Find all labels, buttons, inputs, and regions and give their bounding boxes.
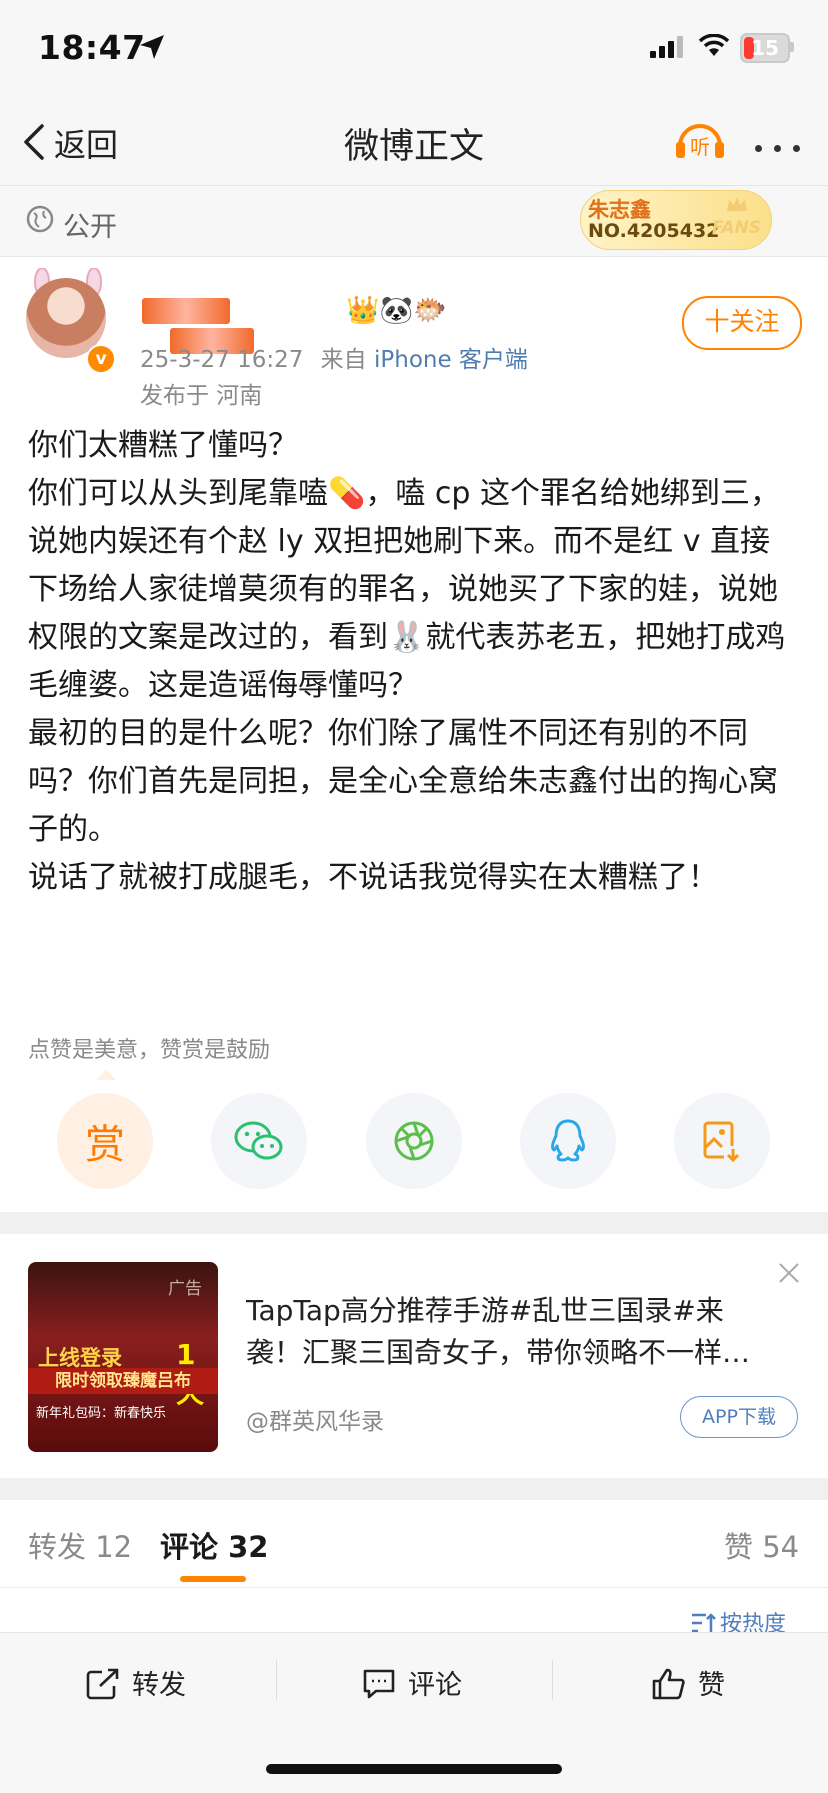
section-separator [0, 1212, 828, 1234]
post-location: 发布于 河南 [140, 383, 263, 409]
share-wechat-button[interactable] [211, 1093, 307, 1189]
wifi-icon [698, 34, 730, 56]
username-redacted[interactable] [142, 298, 342, 354]
repost-button[interactable]: 转发 [86, 1663, 186, 1702]
visibility-label: 公开 [63, 212, 117, 243]
post-paragraph: 你们太糟糕了懂吗？ [28, 428, 298, 463]
sort-icon [692, 1613, 716, 1633]
section-separator [0, 1478, 828, 1500]
battery-icon: 15 [740, 33, 790, 63]
tip-arrow [96, 1070, 116, 1080]
repost-icon [86, 1668, 119, 1700]
tab-comment[interactable]: 评论 32 [160, 1524, 268, 1566]
reward-button[interactable]: 赏 [57, 1093, 153, 1189]
follow-button[interactable]: 十关注 [682, 296, 802, 350]
home-indicator [266, 1764, 562, 1774]
crown-icon [727, 197, 747, 211]
post-paragraph: 说话了就被打成腿毛，不说话我觉得实在太糟糕了！ [28, 860, 718, 895]
ad-text[interactable]: TapTap高分推荐手游#乱世三国录#来 袭！汇聚三国奇女子，带你领略不一样… [246, 1290, 786, 1374]
ad-image-subtitle: 新年礼包码：新春快乐 [36, 1406, 167, 1421]
share-moments-button[interactable] [366, 1093, 462, 1189]
bottom-divider [552, 1660, 553, 1700]
user-badges: 👑🐼🐡 [346, 295, 447, 326]
post-paragraph: 最初的目的是什么呢？你们除了属性不同还有别的不同吗？你们首先是同担，是全心全意给… [28, 716, 778, 847]
post-from: 来自 [320, 347, 367, 373]
ad-image-strip: 限时领取臻魔吕布 [28, 1368, 218, 1394]
bottom-divider [276, 1660, 277, 1700]
repost-label: 转发 [132, 1670, 186, 1701]
fans-badge-word: FANS [712, 218, 762, 238]
battery-tip [790, 42, 794, 52]
ad-text-line: TapTap高分推荐手游#乱世三国录#来 [246, 1294, 724, 1327]
ad-tag: 广告 [168, 1279, 202, 1299]
close-ad-icon[interactable] [778, 1262, 800, 1284]
tabs-divider [0, 1587, 828, 1588]
status-time: 18:47 [38, 28, 146, 67]
more-options-icon[interactable] [755, 137, 812, 156]
reward-tip: 点赞是美意，赞赏是鼓励 [28, 1038, 271, 1063]
ad-account[interactable]: @群英风华录 [246, 1402, 384, 1436]
svg-text:听: 听 [690, 135, 710, 159]
comment-button[interactable]: 评论 [362, 1663, 462, 1702]
tab-repost[interactable]: 转发 12 [28, 1524, 132, 1566]
tab-like[interactable]: 赞 54 [724, 1524, 799, 1566]
post-date: 25-3-27 16:27 [140, 347, 304, 373]
cellular-signal-icon [650, 36, 683, 58]
share-qq-button[interactable] [520, 1093, 616, 1189]
reward-button-label: 赏 [85, 1122, 125, 1168]
save-image-icon [703, 1121, 740, 1162]
globe-icon [26, 205, 54, 233]
qq-icon [551, 1119, 585, 1162]
like-button[interactable]: 赞 [652, 1663, 725, 1702]
post-body: 你们太糟糕了懂吗？ 你们可以从头到尾靠嗑💊，嗑 cp 这个罪名给她绑到三，说她内… [28, 422, 798, 902]
active-tab-indicator [180, 1576, 246, 1582]
wechat-icon [234, 1121, 283, 1160]
post-meta: 25-3-27 16:27 来自 iPhone 客户端 [140, 340, 528, 374]
post-paragraph: 你们可以从头到尾靠嗑💊，嗑 cp 这个罪名给她绑到三，说她内娱还有个赵 ly 双… [28, 476, 786, 703]
ad-image[interactable]: 广告 上线登录 1天 限时领取臻魔吕布 新年礼包码：新春快乐 [28, 1262, 218, 1452]
thumbs-up-icon [652, 1668, 685, 1700]
location-arrow-icon [140, 35, 164, 59]
fans-badge-number: NO.4205432 [588, 220, 720, 242]
ad-text-line: 袭！汇聚三国奇女子，带你领略不一样… [246, 1336, 751, 1369]
listen-headphones-icon[interactable]: 听 [674, 118, 726, 160]
moments-icon [394, 1121, 434, 1161]
like-label: 赞 [698, 1670, 725, 1701]
post-client[interactable]: iPhone 客户端 [374, 347, 528, 373]
comment-icon [363, 1669, 395, 1699]
comment-label: 评论 [408, 1670, 462, 1701]
save-image-button[interactable] [674, 1093, 770, 1189]
ad-download-button[interactable]: APP下载 [680, 1396, 798, 1438]
verified-badge-icon: v [86, 344, 116, 374]
